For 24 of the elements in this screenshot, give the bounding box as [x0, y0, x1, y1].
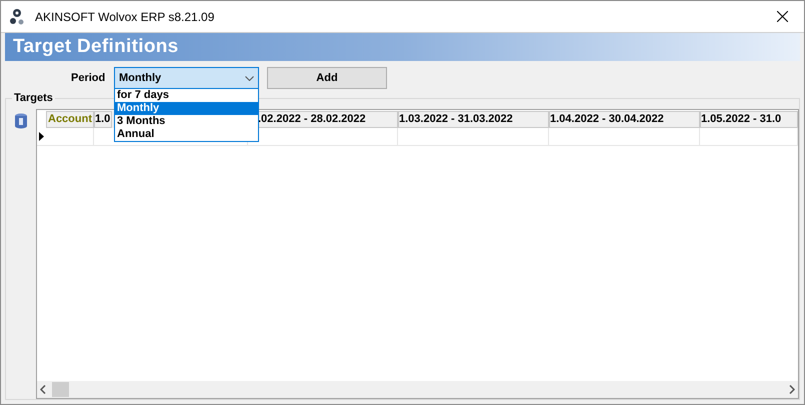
column-header[interactable]: 1.04.2022 - 30.04.2022	[549, 111, 700, 128]
scroll-left-icon[interactable]	[40, 385, 46, 394]
period-option[interactable]: Monthly	[115, 102, 258, 115]
database-icon[interactable]	[14, 113, 28, 129]
period-dropdown[interactable]: Monthly	[114, 67, 259, 89]
window-title: AKINSOFT Wolvox ERP s8.21.09	[35, 8, 214, 26]
period-option[interactable]: Annual	[115, 128, 258, 141]
scroll-thumb[interactable]	[52, 382, 69, 397]
period-option[interactable]: for 7 days	[115, 89, 258, 102]
column-header[interactable]: 1.05.2022 - 31.0	[700, 111, 798, 128]
column-header[interactable]: 1.0	[94, 111, 112, 128]
row-indicator-icon	[39, 132, 44, 141]
column-header[interactable]: 1.03.2022 - 31.03.2022	[398, 111, 549, 128]
period-option[interactable]: 3 Months	[115, 115, 258, 128]
horizontal-scrollbar[interactable]	[37, 381, 798, 398]
add-button[interactable]: Add	[267, 67, 387, 89]
header-title: Target Definitions	[13, 34, 178, 59]
close-icon[interactable]	[777, 11, 788, 22]
targets-title: Targets	[12, 91, 55, 105]
column-header[interactable]: .02.2022 - 28.02.2022	[257, 111, 398, 128]
column-header[interactable]: Account	[46, 111, 94, 128]
period-label: Period	[71, 70, 106, 86]
scroll-right-icon[interactable]	[789, 385, 795, 394]
chevron-down-icon	[245, 76, 254, 80]
